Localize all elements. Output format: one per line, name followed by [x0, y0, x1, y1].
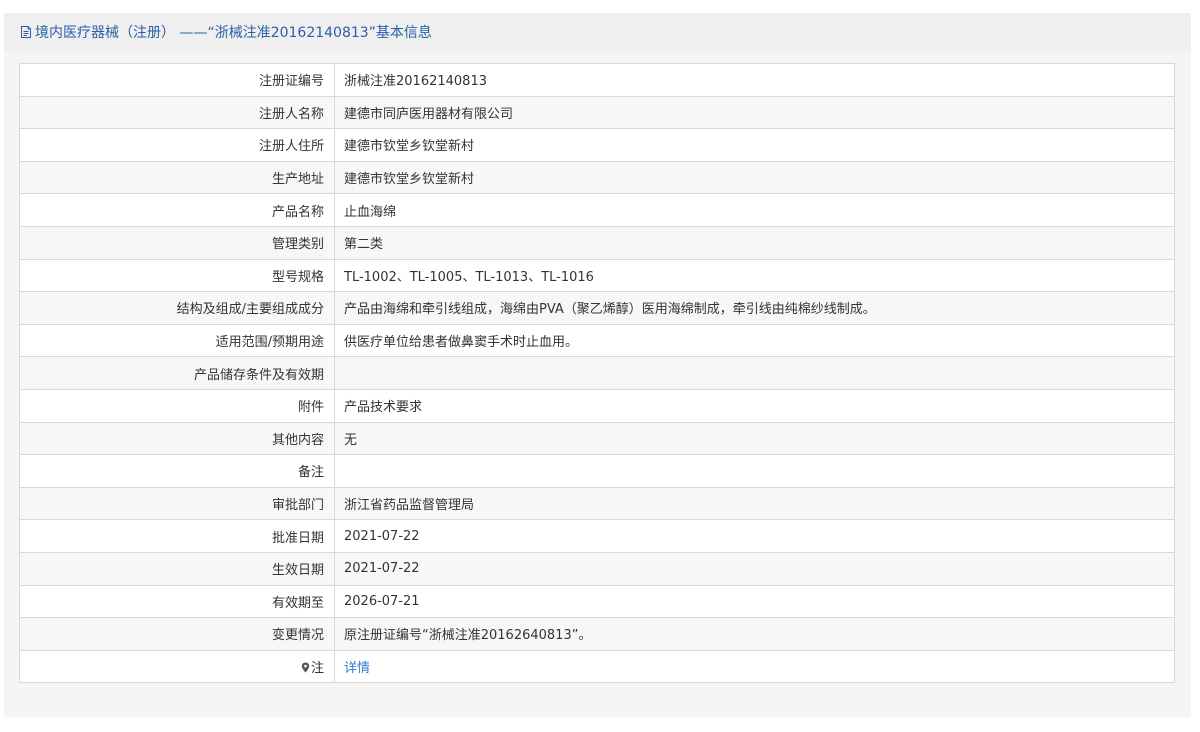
note-value-cell: 详情 — [334, 649, 1175, 684]
note-row: 注 详情 — [19, 649, 1175, 684]
table-row: 注册人名称 建德市同庐医用器材有限公司 — [19, 95, 1175, 130]
table-row: 注册证编号 浙械注准20162140813 — [19, 63, 1175, 97]
row-value: 建德市钦堂乡钦堂新村 — [334, 160, 1175, 195]
row-label: 结构及组成/主要组成成分 — [19, 291, 335, 325]
row-value: 建德市同庐医用器材有限公司 — [334, 95, 1175, 130]
table-row: 附件 产品技术要求 — [19, 388, 1175, 423]
table-row: 变更情况 原注册证编号“浙械注准20162640813”。 — [19, 617, 1175, 651]
row-label: 注册人名称 — [19, 95, 335, 130]
row-label: 生效日期 — [19, 551, 335, 586]
row-value: 第二类 — [334, 225, 1175, 260]
row-value: 产品由海绵和牵引线组成，海绵由PVA（聚乙烯醇）医用海绵制成，牵引线由纯棉纱线制… — [334, 291, 1175, 325]
row-label: 注册人住所 — [19, 128, 335, 162]
details-link[interactable]: 详情 — [344, 661, 370, 676]
table-row: 生产地址 建德市钦堂乡钦堂新村 — [19, 160, 1175, 195]
row-label: 批准日期 — [19, 519, 335, 553]
row-value — [334, 356, 1175, 390]
row-value: TL-1002、TL-1005、TL-1013、TL-1016 — [334, 258, 1175, 293]
table-row: 管理类别 第二类 — [19, 225, 1175, 260]
row-label: 适用范围/预期用途 — [19, 323, 335, 358]
table-row: 其他内容 无 — [19, 421, 1175, 456]
row-label: 附件 — [19, 388, 335, 423]
row-label: 产品储存条件及有效期 — [19, 356, 335, 390]
row-label: 产品名称 — [19, 193, 335, 227]
row-label: 管理类别 — [19, 225, 335, 260]
info-table: 注册证编号 浙械注准20162140813 注册人名称 建德市同庐医用器材有限公… — [19, 63, 1175, 684]
panel-header: 境内医疗器械（注册） ——“浙械注准20162140813”基本信息 — [4, 13, 1191, 51]
note-label-cell: 注 — [19, 649, 335, 684]
table-row: 结构及组成/主要组成成分 产品由海绵和牵引线组成，海绵由PVA（聚乙烯醇）医用海… — [19, 291, 1175, 325]
table-row: 产品储存条件及有效期 — [19, 356, 1175, 390]
row-value: 止血海绵 — [334, 193, 1175, 227]
row-label: 变更情况 — [19, 617, 335, 651]
row-value: 浙械注准20162140813 — [334, 63, 1175, 97]
row-label: 注册证编号 — [19, 63, 335, 97]
info-panel: 境内医疗器械（注册） ——“浙械注准20162140813”基本信息 注册证编号… — [4, 13, 1191, 717]
table-row: 注册人住所 建德市钦堂乡钦堂新村 — [19, 128, 1175, 162]
row-value — [334, 454, 1175, 488]
row-value: 供医疗单位给患者做鼻窦手术时止血用。 — [334, 323, 1175, 358]
table-row: 型号规格 TL-1002、TL-1005、TL-1013、TL-1016 — [19, 258, 1175, 293]
table-row: 备注 — [19, 454, 1175, 488]
map-pin-icon — [301, 662, 310, 673]
table-row: 适用范围/预期用途 供医疗单位给患者做鼻窦手术时止血用。 — [19, 323, 1175, 358]
document-icon — [21, 26, 31, 38]
table-row: 生效日期 2021-07-22 — [19, 551, 1175, 586]
row-label: 有效期至 — [19, 584, 335, 619]
row-value: 2021-07-22 — [334, 519, 1175, 553]
row-value: 2026-07-21 — [334, 584, 1175, 619]
row-label: 型号规格 — [19, 258, 335, 293]
row-value: 浙江省药品监督管理局 — [334, 486, 1175, 521]
table-row: 有效期至 2026-07-21 — [19, 584, 1175, 619]
row-value: 产品技术要求 — [334, 388, 1175, 423]
row-value: 无 — [334, 421, 1175, 456]
row-value: 原注册证编号“浙械注准20162640813”。 — [334, 617, 1175, 651]
page-title: 境内医疗器械（注册） ——“浙械注准20162140813”基本信息 — [35, 25, 432, 41]
row-label: 其他内容 — [19, 421, 335, 456]
row-value: 2021-07-22 — [334, 551, 1175, 586]
table-row: 产品名称 止血海绵 — [19, 193, 1175, 227]
table-row: 审批部门 浙江省药品监督管理局 — [19, 486, 1175, 521]
content-area: 注册证编号 浙械注准20162140813 注册人名称 建德市同庐医用器材有限公… — [4, 51, 1191, 717]
row-value: 建德市钦堂乡钦堂新村 — [334, 128, 1175, 162]
row-label: 生产地址 — [19, 160, 335, 195]
row-label: 备注 — [19, 454, 335, 488]
note-label: 注 — [310, 660, 324, 676]
row-label: 审批部门 — [19, 486, 335, 521]
table-row: 批准日期 2021-07-22 — [19, 519, 1175, 553]
